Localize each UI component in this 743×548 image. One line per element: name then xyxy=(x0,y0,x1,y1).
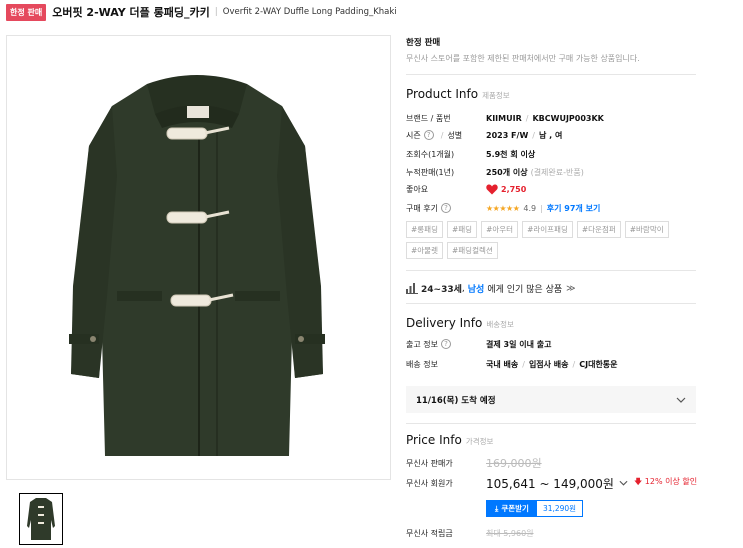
ship-vendor: 입점사 배송 xyxy=(528,359,569,369)
title-separator: | xyxy=(214,7,218,17)
arrival-dropdown[interactable]: 11/16(목) 도착 예정 xyxy=(406,386,696,413)
popular-age: 24~33세 xyxy=(421,285,462,295)
gender-value: 남 , 여 xyxy=(538,130,563,140)
help-icon[interactable]: ? xyxy=(440,203,451,213)
coat-illustration xyxy=(69,75,325,456)
sales-value: 250개 이상 xyxy=(486,167,528,177)
product-title-kr: 오버핏 2-WAY 더플 롱패딩_카키 xyxy=(52,6,210,19)
sale-price-row: 무신사 판매가 169,000원 xyxy=(406,456,542,470)
ship-label: 배송 정보 xyxy=(406,359,438,369)
ship-carrier: CJ대한통운 xyxy=(579,359,618,369)
points-value: 최대 5,960원 xyxy=(486,528,534,538)
views-value: 5.9천 회 이상 xyxy=(486,149,536,159)
like-button[interactable]: 2,750 xyxy=(486,184,526,195)
download-icon: ⤓ xyxy=(495,503,499,513)
season-row: 시즌 ? / 성별 2023 F/W / 남 , 여 xyxy=(406,130,563,140)
divider xyxy=(406,270,696,271)
coupon-button-label: ⤓ 쿠폰받기 xyxy=(487,501,537,516)
tag-item[interactable]: #아우터 xyxy=(481,221,519,238)
views-row: 조회수(1개월) 5.9천 회 이상 xyxy=(406,147,535,161)
tag-item[interactable]: #패딩 xyxy=(446,221,478,238)
release-value: 결제 3일 이내 출고 xyxy=(486,339,552,349)
chevron-down-icon[interactable] xyxy=(619,480,628,486)
bar-chart-icon xyxy=(406,283,418,294)
heart-icon xyxy=(486,184,498,194)
product-code: KBCWUJP003KK xyxy=(532,113,604,123)
tag-item[interactable]: #다운점퍼 xyxy=(576,221,621,238)
tag-item[interactable]: #바람막이 xyxy=(624,221,669,238)
limited-title: 한정 판매 xyxy=(406,38,441,48)
sales-row: 누적판매(1년) 250개 이상 (결제완료-반품) xyxy=(406,165,584,179)
divider xyxy=(406,74,696,75)
delivery-info-title: Delivery Info 배송정보 xyxy=(406,316,514,330)
limited-desc: 무신사 스토어를 포함한 제한된 판매처에서만 구매 가능한 상품입니다. xyxy=(406,54,640,63)
star-rating-icon: ★★★★★ xyxy=(486,203,520,213)
ship-row: 배송 정보 국내 배송 / 입점사 배송 / CJ대한통운 xyxy=(406,359,618,369)
points-row: 무신사 적립금 최대 5,960원 xyxy=(406,526,534,540)
product-header: 한정 판매 오버핏 2-WAY 더플 롱패딩_카키 | Overfit 2-WA… xyxy=(6,3,397,21)
points-label: 무신사 적립금 xyxy=(406,528,453,538)
arrival-date: 11/16(목) 도착 예정 xyxy=(416,395,496,406)
chevron-down-icon xyxy=(676,397,686,403)
ship-domestic: 국내 배송 xyxy=(486,359,519,369)
chevron-double-down-icon: ≫ xyxy=(566,283,576,294)
tag-item[interactable]: #아물렛 xyxy=(406,242,443,259)
season-label: 시즌 xyxy=(406,130,421,140)
release-label: 출고 정보 xyxy=(406,339,438,349)
member-price-row: 무신사 회원가 105,641 ~ 149,000원 🡇 12% 이상 할인 xyxy=(406,476,698,491)
review-label: 구매 후기 xyxy=(406,203,438,213)
tag-list: #롱패딩 #패딩 #아우터 #라이프패딩 #다운점퍼 #바람막이 #아물렛 #패… xyxy=(406,221,696,259)
divider xyxy=(406,303,696,304)
product-title-en: Overfit 2-WAY Duffle Long Padding_Khaki xyxy=(222,7,397,17)
likes-count: 2,750 xyxy=(501,184,527,194)
review-row: 구매 후기 ? ★★★★★ 4.9 | 후기 97개 보기 xyxy=(406,203,601,214)
help-icon[interactable]: ? xyxy=(423,130,434,140)
review-link[interactable]: 후기 97개 보기 xyxy=(547,203,601,214)
sales-note: (결제완료-반품) xyxy=(530,167,584,177)
sale-price-label: 무신사 판매가 xyxy=(406,458,453,468)
brand-label: 브랜드 / 품번 xyxy=(406,113,451,123)
views-label: 조회수(1개월) xyxy=(406,149,455,159)
popular-gender: 남성 xyxy=(467,285,485,295)
season-value: 2023 F/W xyxy=(486,130,529,140)
discount-rate: 🡇 12% 이상 할인 xyxy=(633,477,698,486)
product-main-image[interactable] xyxy=(6,35,391,480)
member-price-label: 무신사 회원가 xyxy=(406,478,453,488)
tag-item[interactable]: #패딩컬렉션 xyxy=(446,242,498,259)
limited-badge: 한정 판매 xyxy=(6,3,47,21)
gender-label: 성별 xyxy=(447,130,463,140)
sale-price: 169,000원 xyxy=(486,457,542,470)
product-info-title: Product Info 제품정보 xyxy=(406,87,510,101)
popular-segment[interactable]: 24~33세 , 남성 에게 인기 많은 상품 ≫ xyxy=(406,282,576,295)
arrow-down-icon: 🡇 xyxy=(633,477,643,486)
release-row: 출고 정보 ? 결제 3일 이내 출고 xyxy=(406,337,551,351)
tag-item[interactable]: #롱패딩 xyxy=(406,221,443,238)
likes-label: 좋아요 xyxy=(406,184,429,194)
coat-thumbnail xyxy=(27,498,55,540)
rating-value: 4.9 xyxy=(523,203,537,213)
likes-row: 좋아요 2,750 xyxy=(406,182,526,196)
divider xyxy=(406,423,696,424)
popular-text: 에게 인기 많은 상품 xyxy=(487,285,563,295)
price-info-title: Price Info 가격정보 xyxy=(406,433,494,447)
tag-item[interactable]: #라이프패딩 xyxy=(522,221,573,238)
coupon-download-button[interactable]: ⤓ 쿠폰받기 31,290원 xyxy=(486,500,584,517)
member-price: 105,641 ~ 149,000원 xyxy=(486,476,614,491)
brand-row: 브랜드 / 품번 KIIMUIR / KBCWUJP003KK xyxy=(406,113,604,123)
help-icon[interactable]: ? xyxy=(440,339,451,349)
sales-label: 누적판매(1년) xyxy=(406,167,455,177)
thumbnail-image[interactable] xyxy=(19,493,63,545)
coupon-amount: 31,290원 xyxy=(536,501,583,516)
brand-link[interactable]: KIIMUIR xyxy=(486,114,522,123)
